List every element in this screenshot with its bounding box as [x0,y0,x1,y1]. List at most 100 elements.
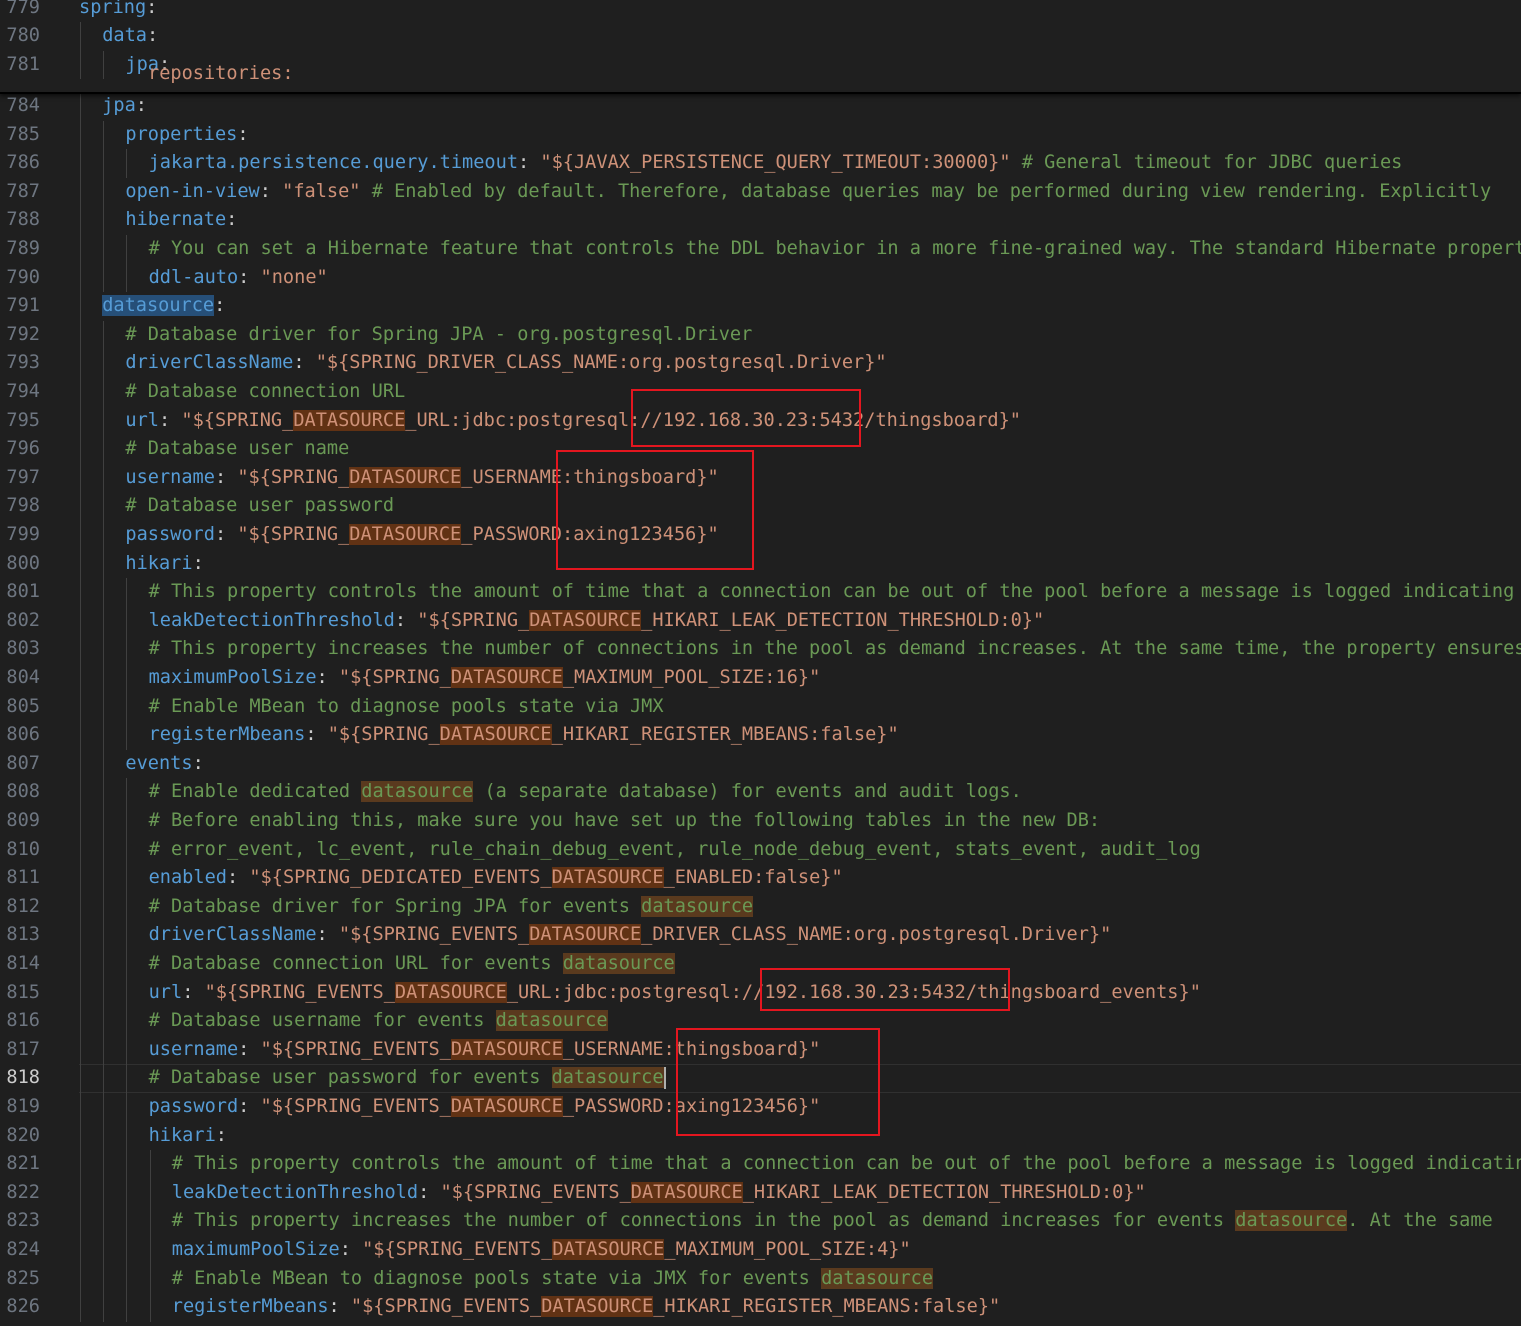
indent-guide [126,778,128,807]
token: : [192,552,204,574]
code-line-786[interactable]: 786 jakarta.persistence.query.timeout: "$… [0,149,1521,178]
code-line-790[interactable]: 790 ddl-auto: "none" [0,263,1521,293]
code-text: # Database connection URL for events dat… [149,950,675,979]
line-number: 788 [6,209,40,231]
token: : [146,25,159,47]
indent-guide [80,120,81,150]
code-line-809[interactable]: 809 # Before enabling this, make sure you… [0,807,1521,836]
code-text: properties: [125,121,248,150]
token: : [238,266,261,288]
token: driverClassName [148,924,317,946]
line-number: 808 [6,781,40,803]
indent-guide [126,1150,128,1179]
token: : [135,95,147,116]
line-number: 817 [6,1038,40,1060]
code-line-797[interactable]: 797 username: "${SPRING_DATASOURCE_USERNA… [0,463,1521,493]
indent-guide [126,950,128,979]
indent-guide [126,263,128,293]
indent-guide [80,1264,81,1294]
code-line-801[interactable]: 801 # This property controls the amount o… [0,578,1521,607]
code-line-793[interactable]: 793 driverClassName: "${SPRING_DRIVER_CLA… [0,349,1521,378]
code-line-825[interactable]: 825 # Enable MBean to diagnose pools stat… [0,1264,1521,1294]
search-match: datasource [551,1067,664,1089]
line-number: 809 [6,810,40,831]
token: _MAXIMUM_POOL_SIZE:16}" [562,667,821,688]
indent-guide [103,664,105,693]
code-line-789[interactable]: 789 # You can set a Hibernate feature tha… [0,235,1521,264]
indent-guide [126,664,128,693]
token: open-in-view [125,180,260,202]
token: _HIKARI_LEAK_DETECTION_THRESHOLD:0}" [742,1181,1146,1203]
code-text: events: [125,750,203,779]
indent-guide [103,864,105,893]
search-match: DATASOURCE [541,1296,654,1318]
code-text: # Database driver for Spring JPA for eve… [149,893,754,922]
token: password [148,1096,239,1117]
indent-guide [80,749,81,779]
sticky-scroll-header[interactable]: 779spring:780data:781jpa: 782 repositori… [0,0,1521,94]
code-line-821[interactable]: 821 # This property controls the amount o… [0,1150,1521,1179]
code-line-822[interactable]: 822 leakDetectionThreshold: "${SPRING_EVE… [0,1178,1521,1208]
indent-guide [80,1007,81,1036]
token: url [125,409,159,431]
indent-guide [80,807,81,836]
search-match: DATASOURCE [630,1181,743,1203]
line-number: 779 [6,0,40,18]
indent-guide [80,22,81,51]
code-text: # This property increases the number of … [172,1207,1493,1236]
code-line-804[interactable]: 804 maximumPoolSize: "${SPRING_DATASOURCE… [0,664,1521,693]
indent-guide [80,1093,81,1122]
code-line-798[interactable]: 798 # Database user password [0,492,1521,521]
indent-guide [80,778,81,807]
code-line-779[interactable]: 779 spring: [0,0,1521,22]
code-text: open-in-view: "false" # Enabled by defau… [125,178,1491,207]
code-line-784[interactable]: 784 jpa: [0,92,1521,121]
indent-guide [103,978,105,1008]
token: leakDetectionThreshold [148,609,395,631]
code-line-810[interactable]: 810 # error_event, lc_event, rule_chain_d… [0,835,1521,865]
code-text: registerMbeans: "${SPRING_EVENTS_DATASOU… [172,1293,1000,1322]
indent-guide [80,492,81,521]
indent-guide [126,807,128,836]
code-line-813[interactable]: 813 driverClassName: "${SPRING_EVENTS_DAT… [0,921,1521,950]
indent-guide [103,635,105,664]
code-line-802[interactable]: 802 leakDetectionThreshold: "${SPRING_DAT… [0,606,1521,636]
code-line-806[interactable]: 806 registerMbeans: "${SPRING_DATASOURCE_… [0,721,1521,750]
code-line-811[interactable]: 811 enabled: "${SPRING_DEDICATED_EVENTS_D… [0,864,1521,893]
code-line-787[interactable]: 787 open-in-view: "false" # Enabled by de… [0,177,1521,207]
token: _ENABLED:false}" [663,867,843,889]
line-number: 812 [6,895,40,917]
line-number: 820 [6,1124,40,1146]
code-line-799[interactable]: 799 password: "${SPRING_DATASOURCE_PASSWO… [0,521,1521,550]
code-line-788[interactable]: 788 hibernate: [0,206,1521,235]
line-number: 805 [6,695,40,717]
line-number: 802 [6,609,40,631]
indent-guide [149,1264,151,1294]
code-line-791[interactable]: 791 datasource: [0,292,1521,321]
code-text: maximumPoolSize: "${SPRING_EVENTS_DATASO… [172,1236,911,1265]
code-line-785[interactable]: 785 properties: [0,120,1521,150]
code-line-803[interactable]: 803 # This property increases the number … [0,635,1521,664]
code-line-824[interactable]: 824 maximumPoolSize: "${SPRING_EVENTS_DAT… [0,1236,1521,1265]
code-line-808[interactable]: 808 # Enable dedicated datasource (a sepa… [0,778,1521,807]
token: username [148,1038,239,1060]
code-line-780[interactable]: 780 data: [0,22,1521,51]
code-line-792[interactable]: 792 # Database driver for Spring JPA - or… [0,320,1521,350]
token: spring [79,0,147,18]
code-line-812[interactable]: 812 # Database driver for Spring JPA for … [0,892,1521,922]
code-line-823[interactable]: 823 # This property increases the number … [0,1207,1521,1236]
line-number: 826 [6,1296,40,1318]
token: # Enable dedicated [148,781,362,803]
code-line-826[interactable]: 826 registerMbeans: "${SPRING_EVENTS_DATA… [0,1293,1521,1322]
indent-guide [80,578,81,607]
peek-line: 782 repositories: [0,60,1521,88]
code-line-807[interactable]: 807 events: [0,749,1521,779]
indent-guide [126,635,128,664]
code-line-805[interactable]: 805 # Enable MBean to diagnose pools stat… [0,692,1521,722]
code-editor[interactable]: 784 jpa: 785 properties: 786 jakarta.persiste… [0,0,1521,1326]
indent-guide [80,892,81,922]
line-number: 785 [6,123,40,145]
token: : [226,209,238,231]
code-line-800[interactable]: 800 hikari: [0,549,1521,579]
text-cursor [663,1066,666,1089]
